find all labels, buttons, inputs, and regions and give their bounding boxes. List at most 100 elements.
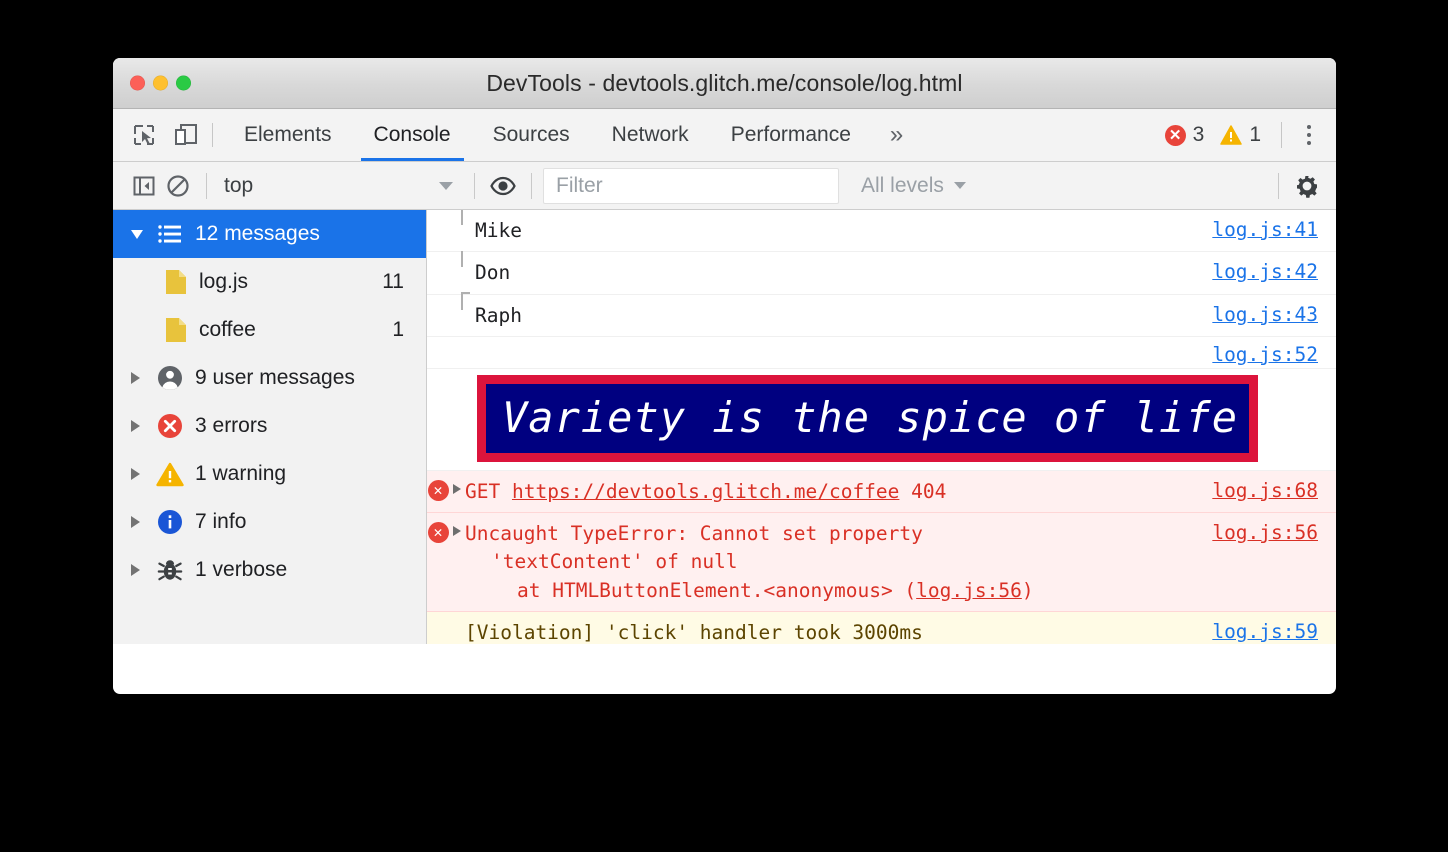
warning-counter[interactable]: 1 [1220, 123, 1261, 147]
console-violation-row[interactable]: [Violation] 'click' handler took 3000ms … [427, 611, 1336, 644]
log-level-selector[interactable]: All levels [849, 169, 978, 203]
show-console-sidebar-icon[interactable] [127, 169, 161, 203]
panel-tabs: Elements Console Sources Network Perform… [223, 109, 917, 161]
tab-sources[interactable]: Sources [472, 109, 591, 161]
chevron-right-icon[interactable] [131, 516, 153, 528]
stack-frame-suffix: ) [1021, 578, 1034, 602]
sidebar-item-user-messages[interactable]: 9 user messages [113, 354, 426, 402]
create-live-expression-icon[interactable] [486, 169, 520, 203]
error-status: 404 [911, 479, 947, 503]
sidebar-item-verbose[interactable]: 1 verbose [113, 546, 426, 594]
sidebar-item-warning[interactable]: 1 warning [113, 450, 426, 498]
zoom-window-button[interactable] [176, 75, 191, 91]
inspect-element-icon[interactable] [129, 120, 159, 150]
sidebar-item-label: 1 verbose [195, 558, 288, 581]
warning-count-label: 1 [1249, 123, 1261, 146]
filter-divider-3 [531, 172, 532, 199]
stack-frame-text: at HTMLButtonElement.<anonymous> ( [517, 578, 917, 602]
error-line-2: 'textContent' of null [491, 550, 738, 574]
sidebar-item-messages[interactable]: 12 messages [113, 210, 426, 258]
close-window-button[interactable] [130, 75, 145, 91]
message-gutter [427, 619, 449, 621]
stack-source-link[interactable]: log.js:56 [916, 579, 1022, 602]
error-icon: ✕ [427, 479, 449, 501]
styled-message-source: log.js:52 [427, 337, 1336, 369]
source-link[interactable]: log.js:41 [1212, 217, 1336, 241]
source-link[interactable]: log.js:56 [1212, 520, 1336, 544]
sidebar-item-label: 3 errors [195, 414, 268, 437]
sidebar-item-info[interactable]: 7 info [113, 498, 426, 546]
sidebar-item-coffee[interactable]: coffee 1 [113, 306, 426, 354]
status-divider [1281, 122, 1282, 148]
more-tabs-button[interactable]: » [872, 109, 917, 161]
message-gutter [427, 259, 449, 261]
error-method: GET [465, 479, 501, 503]
more-options-icon[interactable] [1296, 120, 1322, 150]
tab-console[interactable]: Console [353, 109, 472, 161]
source-link[interactable]: log.js:43 [1212, 302, 1336, 326]
tab-network[interactable]: Network [591, 109, 710, 161]
filter-input[interactable] [543, 167, 839, 204]
error-icon: ✕ [1164, 124, 1186, 146]
execution-context-label: top [224, 173, 254, 197]
tab-performance[interactable]: Performance [710, 109, 872, 161]
sidebar-item-errors[interactable]: 3 errors [113, 402, 426, 450]
warning-icon [153, 462, 187, 487]
filter-divider-1 [206, 172, 207, 199]
console-error-row[interactable]: ✕ GET https://devtools.glitch.me/coffee … [427, 470, 1336, 514]
toggle-device-toolbar-icon[interactable] [171, 120, 201, 150]
sidebar-item-label: 7 info [195, 510, 247, 533]
sidebar-item-logjs[interactable]: log.js 11 [113, 258, 426, 306]
source-link[interactable]: log.js:59 [1212, 619, 1336, 643]
settings-gear-icon[interactable] [1290, 169, 1324, 203]
source-link[interactable]: log.js:42 [1212, 259, 1336, 283]
tab-elements[interactable]: Elements [223, 109, 353, 161]
sidebar-item-label: coffee [199, 318, 256, 341]
sidebar-item-label: 12 messages [195, 222, 320, 245]
console-body: 12 messages log.js 11 coffee 1 9 user me… [113, 210, 1336, 644]
error-url[interactable]: https://devtools.glitch.me/coffee [512, 480, 899, 503]
traffic-lights [130, 75, 191, 91]
sidebar-item-count: 11 [382, 270, 404, 293]
chevron-right-icon[interactable] [131, 372, 153, 384]
error-counter[interactable]: ✕ 3 [1164, 123, 1204, 147]
message-gutter: ✕ [427, 478, 449, 501]
clear-console-icon[interactable] [161, 169, 195, 203]
console-error-row[interactable]: ✕ Uncaught TypeError: Cannot set propert… [427, 513, 1336, 612]
console-message-row[interactable]: Don log.js:42 [427, 251, 1336, 295]
sidebar-item-label: 9 user messages [195, 366, 355, 389]
console-filter-bar: top All levels [113, 162, 1336, 210]
filter-divider-4 [1278, 172, 1279, 199]
filter-bar-right [1267, 169, 1336, 203]
devtools-tab-bar: Elements Console Sources Network Perform… [113, 109, 1336, 162]
chevron-down-icon[interactable] [131, 230, 153, 239]
execution-context-selector[interactable]: top [218, 169, 463, 203]
error-line-1: Uncaught TypeError: Cannot set property [465, 522, 923, 546]
chevron-right-icon[interactable] [131, 564, 153, 576]
chevron-right-icon[interactable] [131, 468, 153, 480]
tab-bar-status: ✕ 3 1 [1164, 109, 1336, 161]
expand-arrow-icon[interactable] [449, 478, 465, 494]
minimize-window-button[interactable] [153, 75, 168, 91]
console-message-row[interactable]: Raph log.js:43 [427, 291, 1336, 337]
error-icon: ✕ [427, 522, 449, 544]
source-link[interactable]: log.js:52 [1212, 343, 1318, 366]
styled-message-body: Variety is the spice of life [427, 368, 1336, 470]
user-icon [153, 365, 187, 391]
console-output[interactable]: Mike log.js:41 Don log.js:42 Raph log.js… [427, 210, 1336, 644]
chevron-right-icon[interactable] [131, 420, 153, 432]
console-message-row[interactable]: Mike log.js:41 [427, 210, 1336, 253]
message-gutter: ✕ [427, 520, 449, 544]
title-bar: DevTools - devtools.glitch.me/console/lo… [113, 58, 1336, 109]
bug-icon [153, 557, 187, 583]
list-icon [153, 224, 187, 244]
error-stack-line: at HTMLButtonElement.<anonymous> (log.js… [465, 577, 1202, 605]
message-text: Mike [475, 219, 522, 242]
styled-message-row[interactable]: log.js:52 Variety is the spice of life [427, 336, 1336, 471]
sidebar-item-label: 1 warning [195, 462, 287, 485]
source-link[interactable]: log.js:68 [1212, 478, 1336, 502]
expand-arrow-icon[interactable] [449, 520, 465, 536]
error-icon [153, 413, 187, 439]
message-text: [Violation] 'click' handler took 3000ms [465, 620, 923, 644]
sidebar-item-count: 1 [392, 318, 404, 341]
